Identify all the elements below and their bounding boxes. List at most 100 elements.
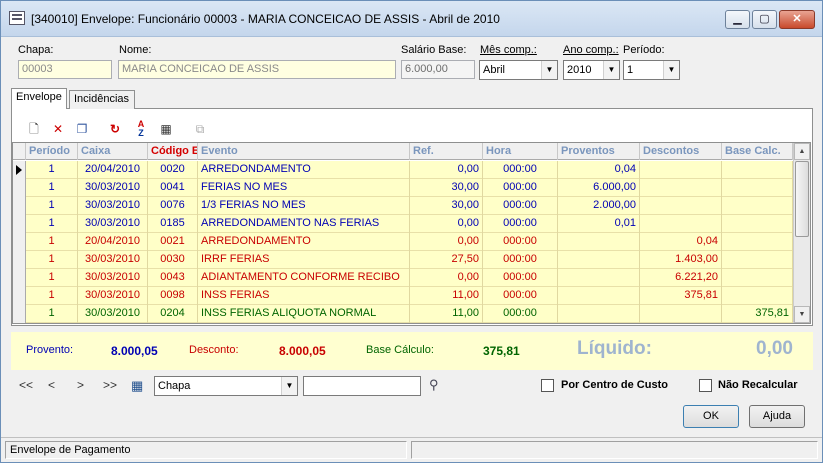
- sort-az-icon[interactable]: AZ: [132, 120, 150, 138]
- table-row[interactable]: 1 30/03/2010 0043 ADIANTAMENTO CONFORME REC…: [13, 269, 793, 287]
- cell-hora[interactable]: 000:00: [483, 233, 558, 251]
- paste-icon[interactable]: ⧉: [191, 120, 209, 138]
- header-ref[interactable]: Ref.: [410, 143, 483, 160]
- cell-codigo[interactable]: 0098: [148, 287, 198, 305]
- copy-record-icon[interactable]: ❐: [73, 120, 91, 138]
- ajuda-button[interactable]: Ajuda: [749, 405, 805, 428]
- cell-descontos[interactable]: 375,81: [640, 287, 722, 305]
- table-row[interactable]: 1 30/03/2010 0030 IRRF FERIAS 27,50 000:00 1.4…: [13, 251, 793, 269]
- cell-base[interactable]: [722, 251, 793, 269]
- cell-hora[interactable]: 000:00: [483, 197, 558, 215]
- row-indicator[interactable]: [13, 287, 26, 305]
- centro-custo-checkbox[interactable]: [541, 379, 554, 392]
- salario-field[interactable]: 6.000,00: [401, 60, 475, 79]
- cell-periodo[interactable]: 1: [26, 197, 78, 215]
- cell-periodo[interactable]: 1: [26, 287, 78, 305]
- cell-base[interactable]: [722, 179, 793, 197]
- row-indicator[interactable]: [13, 269, 26, 287]
- cell-evento[interactable]: IRRF FERIAS: [198, 251, 410, 269]
- cell-proventos[interactable]: [558, 287, 640, 305]
- cell-base[interactable]: [722, 269, 793, 287]
- chevron-down-icon[interactable]: ▼: [663, 61, 679, 79]
- cell-periodo[interactable]: 1: [26, 215, 78, 233]
- cell-hora[interactable]: 000:00: [483, 161, 558, 179]
- cell-hora[interactable]: 000:00: [483, 269, 558, 287]
- row-indicator[interactable]: [13, 215, 26, 233]
- cell-evento[interactable]: 1/3 FERIAS NO MES: [198, 197, 410, 215]
- cell-hora[interactable]: 000:00: [483, 251, 558, 269]
- refresh-icon[interactable]: ↻: [106, 120, 124, 138]
- cell-caixa[interactable]: 30/03/2010: [78, 179, 148, 197]
- cell-hora[interactable]: 000:00: [483, 179, 558, 197]
- cell-evento[interactable]: ARREDONDAMENTO NAS FERIAS: [198, 215, 410, 233]
- cell-ref[interactable]: 30,00: [410, 179, 483, 197]
- cell-descontos[interactable]: 1.403,00: [640, 251, 722, 269]
- cell-descontos[interactable]: 6.221,20: [640, 269, 722, 287]
- prev-record-button[interactable]: <: [48, 378, 55, 392]
- header-periodo[interactable]: Período: [26, 143, 78, 160]
- cell-proventos[interactable]: [558, 269, 640, 287]
- cell-periodo[interactable]: 1: [26, 251, 78, 269]
- cell-base[interactable]: 375,81: [722, 305, 793, 323]
- cell-caixa[interactable]: 20/04/2010: [78, 161, 148, 179]
- close-button[interactable]: ✕: [779, 10, 815, 29]
- header-evento[interactable]: Evento: [198, 143, 410, 160]
- cell-caixa[interactable]: 30/03/2010: [78, 251, 148, 269]
- cell-evento[interactable]: ARREDONDAMENTO: [198, 233, 410, 251]
- nao-recalcular-label[interactable]: Não Recalcular: [718, 379, 797, 391]
- nome-field[interactable]: MARIA CONCEICAO DE ASSIS: [118, 60, 396, 79]
- cell-descontos[interactable]: [640, 161, 722, 179]
- chapa-field[interactable]: 00003: [18, 60, 112, 79]
- cell-codigo[interactable]: 0020: [148, 161, 198, 179]
- cell-periodo[interactable]: 1: [26, 233, 78, 251]
- chevron-down-icon[interactable]: ▼: [281, 377, 297, 395]
- cell-caixa[interactable]: 20/04/2010: [78, 233, 148, 251]
- cell-base[interactable]: [722, 161, 793, 179]
- cell-codigo[interactable]: 0185: [148, 215, 198, 233]
- cell-descontos[interactable]: 0,04: [640, 233, 722, 251]
- cell-codigo[interactable]: 0204: [148, 305, 198, 323]
- row-indicator[interactable]: [13, 161, 26, 179]
- scroll-thumb[interactable]: [795, 161, 809, 237]
- cell-ref[interactable]: 0,00: [410, 233, 483, 251]
- delete-record-icon[interactable]: ✕: [49, 120, 67, 138]
- binoculars-icon[interactable]: ⚲: [429, 377, 439, 393]
- table-row[interactable]: 1 30/03/2010 0041 FERIAS NO MES 30,00 000:00 6…: [13, 179, 793, 197]
- row-indicator[interactable]: [13, 179, 26, 197]
- header-base-calc[interactable]: Base Calc.: [722, 143, 793, 160]
- table-row[interactable]: 1 20/04/2010 0020 ARREDONDAMENTO 0,00 000:00 0…: [13, 161, 793, 179]
- cell-ref[interactable]: 0,00: [410, 215, 483, 233]
- row-indicator[interactable]: [13, 233, 26, 251]
- cell-periodo[interactable]: 1: [26, 161, 78, 179]
- calculator-icon[interactable]: ▦: [157, 120, 175, 138]
- last-record-button[interactable]: >>: [103, 378, 117, 392]
- table-row[interactable]: 1 30/03/2010 0098 INSS FERIAS 11,00 000:00 375…: [13, 287, 793, 305]
- cell-codigo[interactable]: 0021: [148, 233, 198, 251]
- cell-ref[interactable]: 30,00: [410, 197, 483, 215]
- cell-hora[interactable]: 000:00: [483, 305, 558, 323]
- cell-evento[interactable]: ADIANTAMENTO CONFORME RECIBO: [198, 269, 410, 287]
- tab-envelope[interactable]: Envelope: [11, 88, 67, 109]
- row-indicator[interactable]: [13, 197, 26, 215]
- cell-proventos[interactable]: [558, 305, 640, 323]
- cell-evento[interactable]: FERIAS NO MES: [198, 179, 410, 197]
- scroll-up-icon[interactable]: ▲: [794, 143, 810, 160]
- cell-proventos[interactable]: 0,01: [558, 215, 640, 233]
- header-codigo[interactable]: Código E: [148, 143, 198, 160]
- cell-periodo[interactable]: 1: [26, 179, 78, 197]
- cell-proventos[interactable]: 2.000,00: [558, 197, 640, 215]
- table-row[interactable]: 1 30/03/2010 0185 ARREDONDAMENTO NAS FERIAS…: [13, 215, 793, 233]
- cell-caixa[interactable]: 30/03/2010: [78, 197, 148, 215]
- grid-scrollbar[interactable]: ▲ ▼: [793, 143, 810, 323]
- cell-ref[interactable]: 0,00: [410, 269, 483, 287]
- periodo-select[interactable]: 1 ▼: [623, 60, 680, 80]
- cell-hora[interactable]: 000:00: [483, 215, 558, 233]
- minimize-button[interactable]: ▁: [725, 10, 750, 29]
- mes-select[interactable]: Abril ▼: [479, 60, 558, 80]
- tab-incidencias[interactable]: Incidências: [69, 90, 135, 109]
- cell-codigo[interactable]: 0076: [148, 197, 198, 215]
- table-row[interactable]: 1 30/03/2010 0076 1/3 FERIAS NO MES 30,00 000…: [13, 197, 793, 215]
- search-input[interactable]: [303, 376, 421, 396]
- cell-proventos[interactable]: 6.000,00: [558, 179, 640, 197]
- cell-codigo[interactable]: 0043: [148, 269, 198, 287]
